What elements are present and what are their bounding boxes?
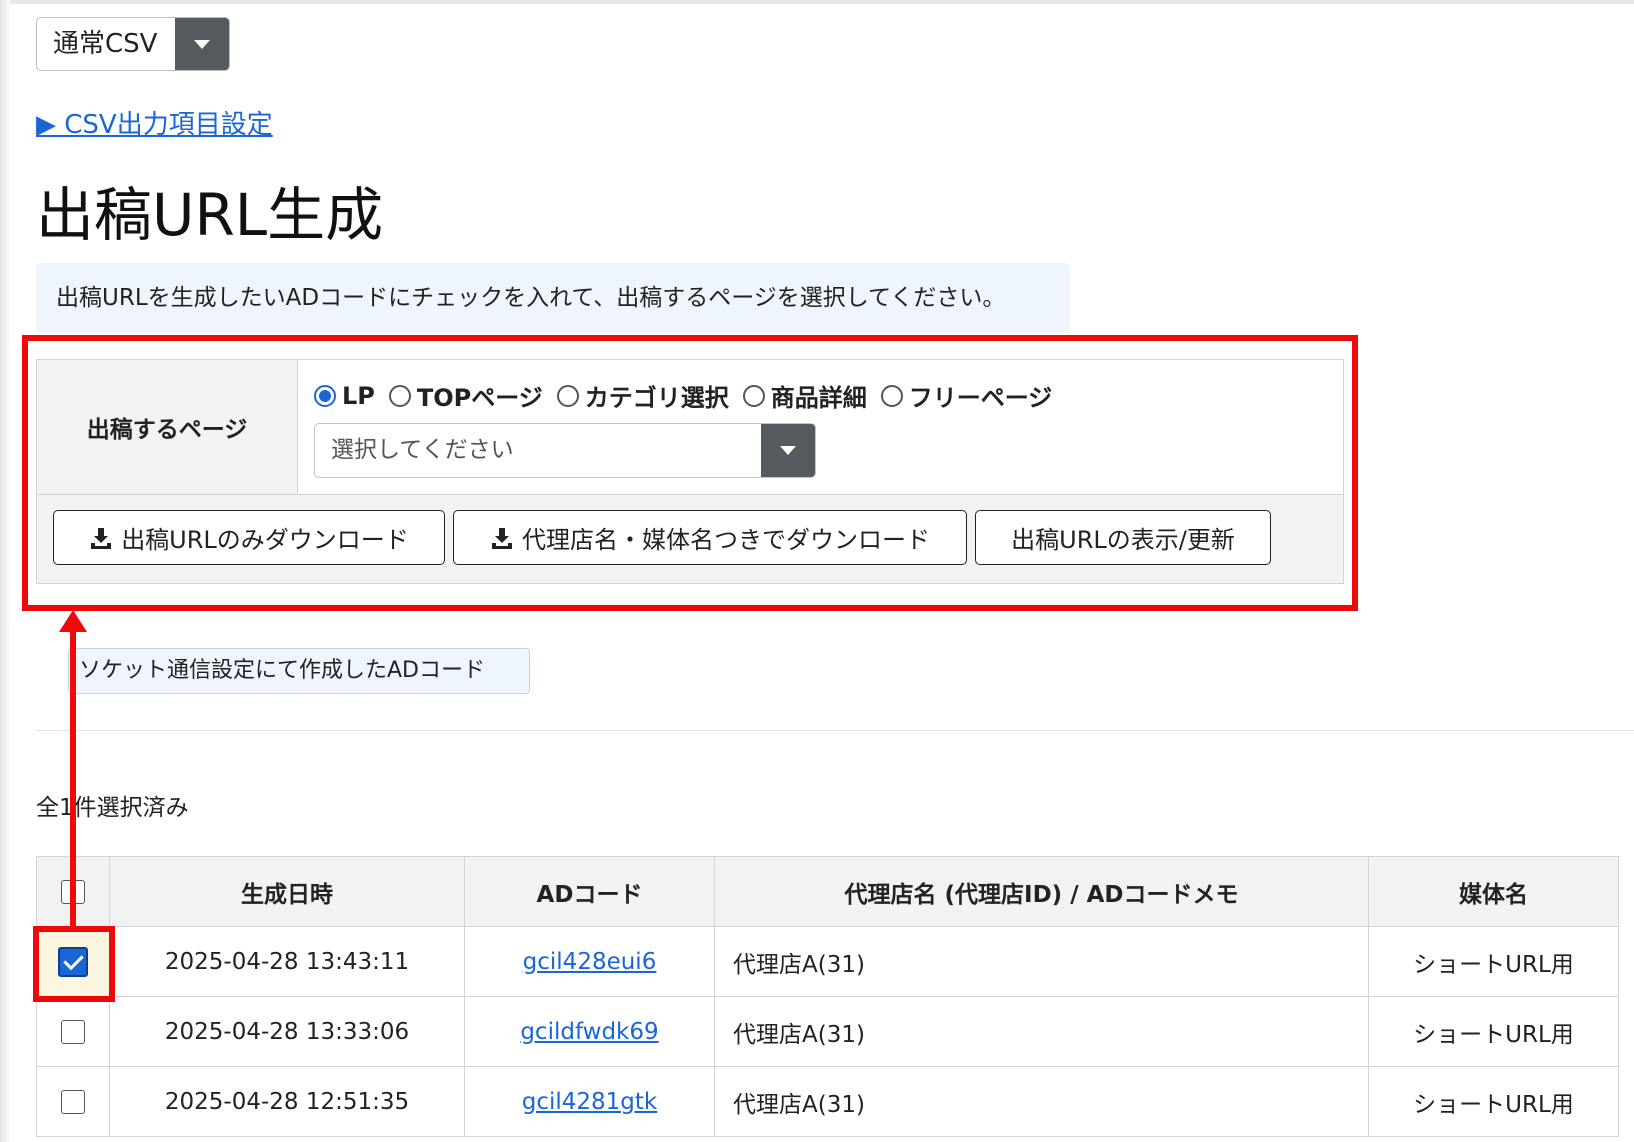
cell-adcode: gcil428eui6 <box>464 926 715 997</box>
arrow-up-icon <box>59 610 87 632</box>
column-header-agency: 代理店名 (代理店ID) / ADコードメモ <box>714 856 1369 927</box>
divider <box>36 730 1634 731</box>
highlight-box <box>22 335 1358 611</box>
annotation-arrow-line <box>70 625 76 930</box>
row-select-cell <box>36 996 110 1067</box>
cell-agency: 代理店A(31) <box>714 996 1369 1067</box>
info-message: 出稿URLを生成したいADコードにチェックを入れて、出稿するページを選択してくだ… <box>36 263 1070 333</box>
csv-type-dropdown-button[interactable] <box>175 18 229 70</box>
row-select-cell <box>36 1066 110 1137</box>
socket-adcode-badge: ソケット通信設定にて作成したADコード <box>68 648 530 694</box>
selected-count: 全1件選択済み <box>36 795 189 821</box>
row-checkbox[interactable] <box>61 1090 85 1114</box>
top-border <box>10 0 1634 4</box>
cell-date: 2025-04-28 12:51:35 <box>109 1066 465 1137</box>
left-edge <box>0 0 10 1142</box>
cell-media: ショートURL用 <box>1368 926 1619 997</box>
row-select-cell <box>36 926 110 997</box>
cell-date: 2025-04-28 13:43:11 <box>109 926 465 997</box>
table-row: 2025-04-28 13:43:11 gcil428eui6 代理店A(31)… <box>36 926 1619 997</box>
page-title: 出稿URL生成 <box>36 181 384 249</box>
page: 通常CSV ▶ CSV出力項目設定 出稿URL生成 出稿URLを生成したいADコ… <box>0 0 1634 1142</box>
cell-agency: 代理店A(31) <box>714 926 1369 997</box>
chevron-down-icon <box>194 39 210 49</box>
table-row: 2025-04-28 13:33:06 gcildfwdk69 代理店A(31)… <box>36 996 1619 1067</box>
adcode-link[interactable]: gcildfwdk69 <box>520 1019 658 1045</box>
cell-adcode: gcil4281gtk <box>464 1066 715 1137</box>
adcode-link[interactable]: gcil4281gtk <box>522 1089 658 1115</box>
cell-media: ショートURL用 <box>1368 1066 1619 1137</box>
cell-media: ショートURL用 <box>1368 996 1619 1067</box>
csv-type-select[interactable]: 通常CSV <box>36 17 230 71</box>
table-header-row: 生成日時 ADコード 代理店名 (代理店ID) / ADコードメモ 媒体名 <box>36 856 1619 927</box>
cell-agency: 代理店A(31) <box>714 1066 1369 1137</box>
row-checkbox[interactable] <box>58 946 88 977</box>
csv-type-value: 通常CSV <box>53 29 158 59</box>
cell-adcode: gcildfwdk69 <box>464 996 715 1067</box>
csv-output-settings-link[interactable]: ▶ CSV出力項目設定 <box>36 104 273 141</box>
column-header-adcode: ADコード <box>464 856 715 927</box>
cell-date: 2025-04-28 13:33:06 <box>109 996 465 1067</box>
column-header-media: 媒体名 <box>1368 856 1619 927</box>
table-row: 2025-04-28 12:51:35 gcil4281gtk 代理店A(31)… <box>36 1066 1619 1137</box>
adcode-table: 生成日時 ADコード 代理店名 (代理店ID) / ADコードメモ 媒体名 20… <box>36 856 1619 1137</box>
adcode-link[interactable]: gcil428eui6 <box>523 949 657 975</box>
column-header-date: 生成日時 <box>109 856 465 927</box>
row-checkbox[interactable] <box>61 1020 85 1044</box>
